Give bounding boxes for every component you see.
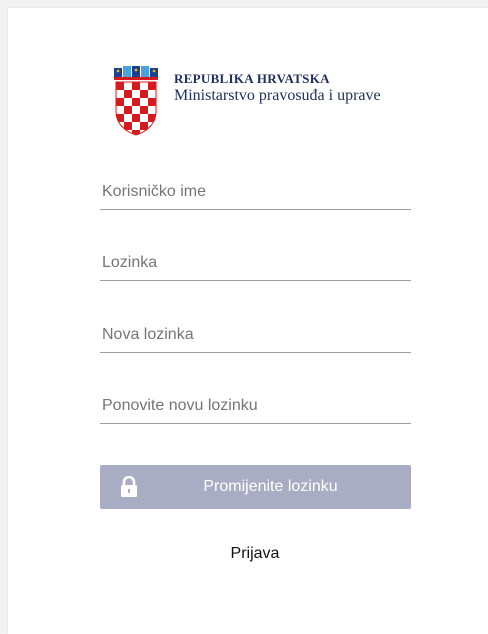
ministry-name: Ministarstvo pravosuđa i uprave xyxy=(174,87,381,104)
country-name: REPUBLIKA HRVATSKA xyxy=(174,71,330,86)
new-password-field xyxy=(100,318,413,353)
password-input[interactable] xyxy=(100,246,413,280)
login-link[interactable]: Prijava xyxy=(0,545,488,563)
page: REPUBLIKA HRVATSKA Ministarstvo pravosuđ… xyxy=(0,0,488,634)
change-password-button[interactable]: Promijenite lozinku xyxy=(100,465,411,509)
username-field xyxy=(100,175,413,210)
header-text: REPUBLIKA HRVATSKA Ministarstvo pravosuđ… xyxy=(174,70,399,105)
password-field xyxy=(100,246,413,281)
repeat-password-input[interactable] xyxy=(100,389,413,423)
new-password-input[interactable] xyxy=(100,318,413,352)
username-input[interactable] xyxy=(100,175,413,209)
change-password-label: Promijenite lozinku xyxy=(203,478,338,495)
repeat-password-field xyxy=(100,389,413,424)
coat-of-arms-icon xyxy=(114,66,158,136)
